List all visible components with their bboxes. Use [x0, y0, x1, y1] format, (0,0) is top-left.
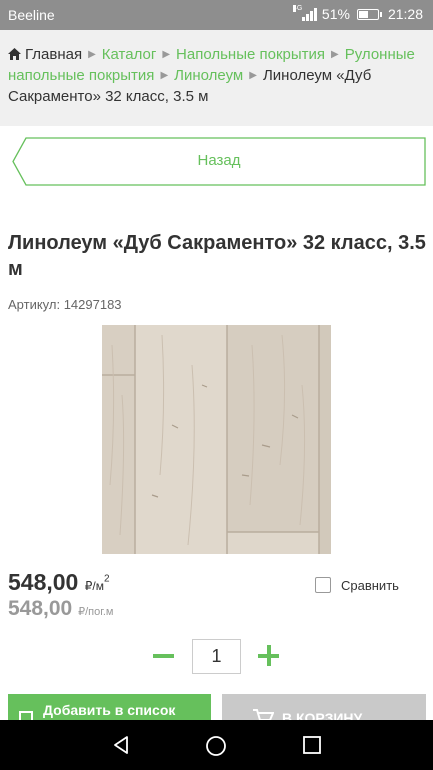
- home-icon: [8, 48, 21, 60]
- nav-recents-icon[interactable]: [303, 736, 321, 754]
- breadcrumb: Главная ▶ Каталог ▶ Напольные покрытия ▶ Рулон…: [0, 30, 433, 126]
- add-to-list-label: Добавить в список: [43, 702, 176, 718]
- breadcrumb-floor-coverings[interactable]: Напольные покрытия: [176, 46, 325, 63]
- chevron-right-icon: ▶: [88, 49, 96, 60]
- clock: 21:28: [387, 6, 423, 22]
- battery-icon: [356, 8, 382, 20]
- compare-checkbox[interactable]: Сравнить: [315, 577, 399, 593]
- chevron-right-icon: ▶: [162, 49, 171, 60]
- product-sku: Артикул: 14297183: [8, 297, 122, 312]
- battery-percent: 51%: [321, 6, 350, 22]
- status-right: 4G 51% 21:28: [292, 5, 423, 22]
- quantity-decrease-button[interactable]: [153, 645, 175, 667]
- back-button[interactable]: Назад: [12, 137, 426, 186]
- carrier-name: Beeline: [8, 7, 55, 23]
- chevron-right-icon: ▶: [331, 49, 339, 60]
- price-per-sqm: 548,00 ₽/м2: [8, 569, 110, 596]
- compare-label: Сравнить: [341, 577, 399, 593]
- product-image[interactable]: [102, 325, 331, 554]
- compare-checkbox-box[interactable]: [315, 577, 331, 593]
- product-title: Линолеум «Дуб Сакраменто» 32 класс, 3.5 …: [8, 232, 426, 280]
- nav-back-icon[interactable]: [111, 735, 131, 755]
- signal-icon: 4G: [292, 5, 317, 21]
- network-type: 4G: [292, 5, 303, 12]
- back-button-label: Назад: [197, 152, 241, 169]
- price-alt-unit: ₽/пог.м: [78, 606, 114, 618]
- price-per-meter: 548,00 ₽/пог.м: [8, 597, 114, 621]
- quantity-input[interactable]: 1: [192, 639, 241, 674]
- nav-home-icon[interactable]: [205, 735, 227, 757]
- price-main-unit-sup: 2: [103, 573, 110, 585]
- chevron-right-icon: ▶: [249, 70, 257, 81]
- price-alt-value: 548,00: [8, 597, 73, 620]
- status-bar: Beeline 4G 51% 21:28: [0, 0, 433, 30]
- chevron-right-icon: ▶: [160, 70, 169, 81]
- breadcrumb-catalog[interactable]: Каталог: [102, 46, 157, 63]
- price-main-value: 548,00: [8, 569, 79, 595]
- breadcrumb-home[interactable]: Главная: [25, 46, 82, 63]
- quantity-increase-button[interactable]: [258, 645, 280, 667]
- breadcrumb-linoleum[interactable]: Линолеум: [174, 67, 243, 84]
- price-main-unit: ₽/м: [84, 579, 104, 593]
- android-nav-bar: [0, 720, 433, 770]
